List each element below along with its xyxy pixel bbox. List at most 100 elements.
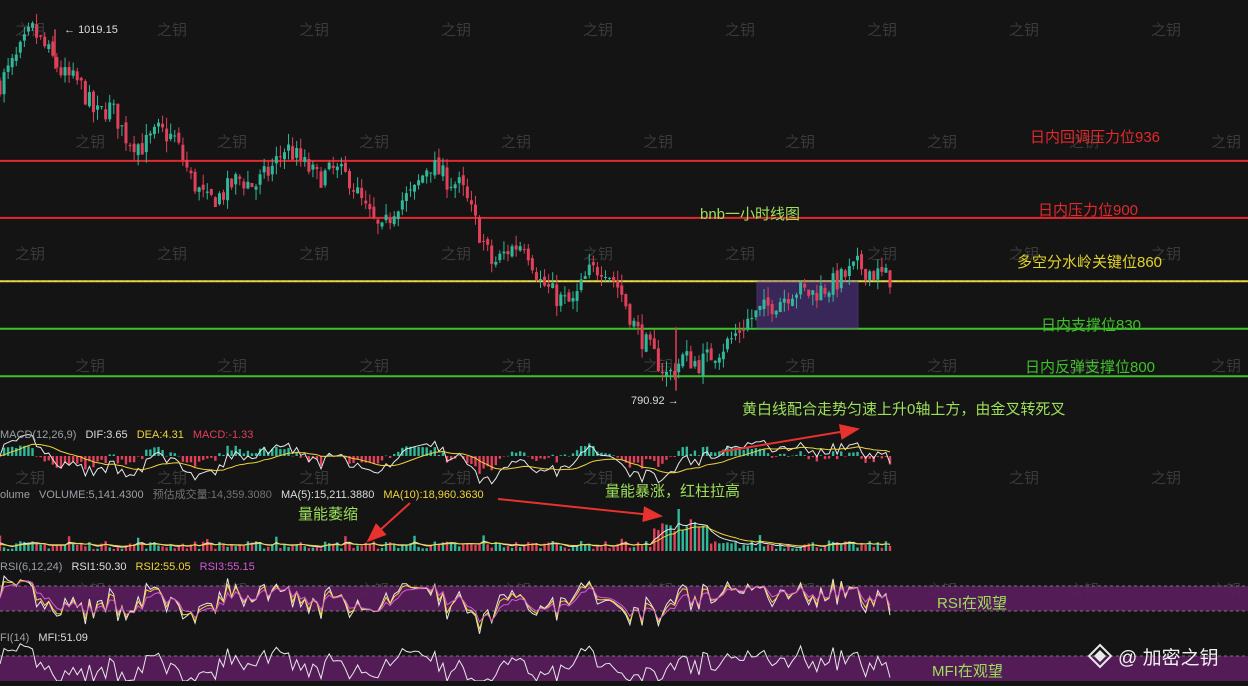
candle-body: [486, 239, 490, 245]
volume-bar: [429, 545, 432, 551]
mfi-annotation: MFI在观望: [932, 663, 1003, 680]
watermark-text: 之钥: [299, 470, 329, 487]
candle-body: [35, 24, 39, 38]
macd-histogram-bar: [181, 456, 185, 462]
candle-body: [591, 261, 595, 266]
macd-histogram-bar: [523, 452, 526, 456]
macd-histogram-bar: [157, 446, 160, 456]
volume-bar: [742, 544, 745, 551]
candle-body: [786, 298, 790, 304]
macd-histogram-bar: [360, 456, 363, 463]
macd-histogram-bar: [502, 456, 506, 457]
candle-body: [738, 330, 742, 333]
volume-bar: [234, 546, 237, 551]
candle-body: [2, 72, 6, 95]
volume-bar: [173, 548, 176, 551]
candle-body: [222, 192, 226, 200]
volume-bar: [291, 545, 294, 551]
volume-bar: [665, 524, 668, 551]
candle-body: [473, 204, 477, 216]
volume-bar: [185, 548, 189, 551]
volume-bar: [116, 547, 120, 551]
volume-bar: [746, 545, 749, 551]
macd-histogram-bar: [466, 456, 469, 464]
macd-histogram-bar: [575, 450, 579, 456]
volume-bar: [360, 546, 363, 551]
candle-body: [742, 329, 746, 331]
volume-bar: [96, 548, 99, 551]
candle-body: [104, 109, 108, 120]
candle-body: [648, 334, 652, 340]
volume-bar: [222, 544, 225, 551]
candle-body: [547, 284, 551, 287]
volume-bar: [608, 548, 611, 551]
volume-bar: [596, 545, 599, 551]
mfi-legend: FI(14) MFI:51.09: [0, 632, 88, 644]
watermark-text: 之钥: [217, 358, 247, 375]
candle-body: [449, 186, 453, 188]
volume-bar: [738, 548, 741, 551]
volume-bar: [559, 545, 563, 551]
macd-histogram-bar: [852, 452, 855, 456]
volume-bar: [267, 546, 270, 551]
macd-histogram-bar: [210, 456, 213, 458]
level-label-800: 日内反弹支撑位800: [1025, 359, 1155, 376]
candle-body: [567, 292, 571, 302]
candle-body: [39, 35, 43, 37]
macd-histogram-bar: [173, 453, 176, 456]
candle-body: [701, 353, 705, 377]
volume-bar: [640, 545, 644, 551]
candle-body: [71, 70, 75, 76]
candle-body: [559, 294, 563, 306]
candle-body: [746, 318, 750, 330]
volume-bar: [104, 541, 107, 551]
volume-bar: [10, 548, 14, 551]
macd-histogram-bar: [201, 456, 205, 461]
watermark-text: 之钥: [785, 358, 815, 375]
candle-body: [274, 156, 278, 164]
candle-body: [282, 152, 286, 160]
macd-histogram-bar: [141, 456, 144, 460]
macd-histogram-bar: [108, 454, 111, 456]
watermark-text: 之钥: [441, 22, 471, 39]
volume-bar: [307, 548, 311, 551]
volume-bar: [644, 541, 648, 551]
watermark-text: 之钥: [441, 470, 471, 487]
watermark-text: 之钥: [583, 22, 613, 39]
macd-histogram-bar: [835, 456, 839, 460]
volume-bar: [478, 543, 481, 551]
candle-body: [270, 165, 274, 175]
macd-histogram-bar: [291, 455, 294, 457]
volume-bar: [2, 547, 6, 551]
macd-histogram-bar: [35, 456, 38, 457]
macd-histogram-bar: [185, 456, 189, 463]
candlestick-layer: [0, 13, 892, 391]
macd-histogram-bar: [657, 456, 660, 467]
candle-body: [689, 351, 693, 369]
macd-histogram-bar: [165, 455, 168, 457]
volume-surge-annotation: 量能暴涨，红柱拉高: [605, 483, 740, 500]
macd-histogram-bar: [714, 452, 717, 456]
macd-histogram-bar: [218, 453, 221, 456]
max-price-label: ← 1019.15: [64, 24, 118, 36]
macd-histogram-bar: [799, 451, 802, 456]
macd-histogram-bar: [43, 456, 46, 462]
macd-histogram-bar: [884, 456, 888, 457]
candle-body: [445, 167, 449, 190]
level-label-900: 日内压力位900: [1038, 202, 1138, 219]
macd-histogram-bar: [441, 452, 445, 456]
macd-histogram-bar: [628, 456, 632, 468]
macd-histogram-bar: [868, 456, 871, 459]
candle-body: [478, 217, 482, 243]
macd-histogram-bar: [775, 456, 778, 457]
candle-body: [226, 178, 230, 201]
volume-bar: [214, 548, 217, 551]
candle-body: [790, 298, 794, 306]
volume-bar: [868, 541, 871, 551]
macd-histogram-bar: [681, 447, 684, 456]
candle-body: [396, 211, 400, 220]
level-label-936: 日内回调压力位936: [1030, 129, 1160, 146]
candle-body: [730, 338, 734, 340]
volume-bar: [128, 543, 132, 551]
watermark-text: 之钥: [643, 134, 673, 151]
